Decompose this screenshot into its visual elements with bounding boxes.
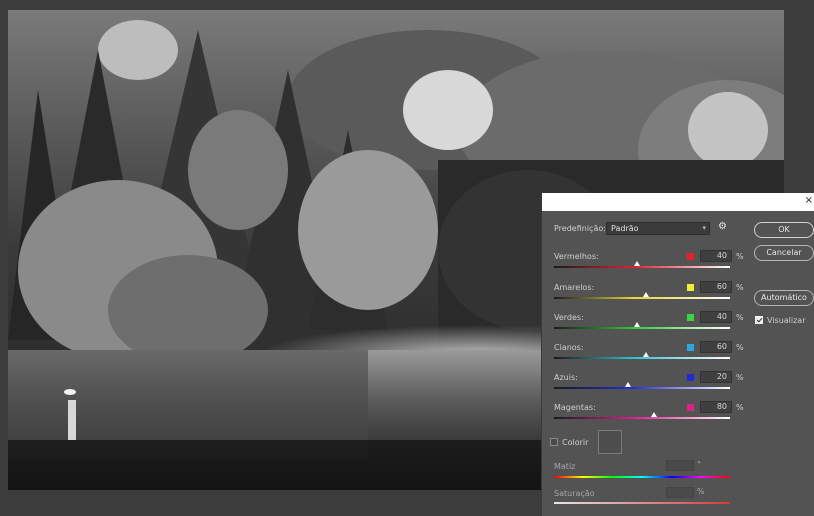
hue-slider[interactable] [554,476,730,478]
magentas-slider-thumb[interactable] [651,412,658,417]
cyans-label: Cianos: [554,343,584,352]
blues-value-input[interactable]: 20 [700,371,732,383]
yellows-slider-track[interactable] [554,297,730,299]
blues-slider-thumb[interactable] [624,382,631,387]
magentas-percent: % [736,403,744,412]
dialog-titlebar: × [542,193,814,211]
saturation-unit: % [697,487,705,496]
hue-unit: ° [697,460,701,469]
magentas-label: Magentas: [554,403,596,412]
reds-label: Vermelhos: [554,252,599,261]
greens-slider-track[interactable] [554,327,730,329]
tint-checkbox[interactable] [550,438,558,446]
greens-percent: % [736,313,744,322]
yellows-label: Amarelos: [554,283,595,292]
preset-value: Padrão [611,224,639,233]
reds-percent: % [736,252,744,261]
tint-color-swatch[interactable] [598,430,622,454]
yellows-slider-thumb[interactable] [642,292,649,297]
magentas-slider-track[interactable] [554,417,730,419]
ok-button[interactable]: OK [754,222,814,238]
greens-slider-thumb[interactable] [633,322,640,327]
chevron-down-icon: ▾ [702,224,706,232]
magentas-value-input[interactable]: 80 [700,401,732,413]
cyans-slider-track[interactable] [554,357,730,359]
preview-label: Visualizar [767,316,806,325]
reds-slider-thumb[interactable] [633,261,640,266]
reds-slider-track[interactable] [554,266,730,268]
close-icon[interactable]: × [805,196,813,206]
blues-label: Azuis: [554,373,578,382]
blues-slider-track[interactable] [554,387,730,389]
greens-label: Verdes: [554,313,584,322]
saturation-label: Saturação [554,489,595,498]
cyans-value-input[interactable]: 60 [700,341,732,353]
preset-label: Predefinição: [554,224,606,233]
hue-label: Matiz [554,462,576,471]
yellows-swatch [687,284,694,291]
saturation-slider[interactable] [554,502,730,504]
blues-percent: % [736,373,744,382]
saturation-input[interactable] [666,487,694,498]
cancel-button[interactable]: Cancelar [754,245,814,261]
yellows-percent: % [736,283,744,292]
cyans-percent: % [736,343,744,352]
auto-button[interactable]: Automático [754,290,814,306]
cyans-swatch [687,344,694,351]
yellows-value-input[interactable]: 60 [700,281,732,293]
black-and-white-dialog: × Predefinição: Padrão ▾ ⚙ OK Cancelar A… [541,193,814,516]
tint-label: Colorir [562,438,589,447]
reds-swatch [687,253,694,260]
greens-swatch [687,314,694,321]
greens-value-input[interactable]: 40 [700,311,732,323]
cyans-slider-thumb[interactable] [642,352,649,357]
hue-input[interactable] [666,460,694,471]
preview-checkbox[interactable] [755,316,763,324]
reds-value-input[interactable]: 40 [700,250,732,262]
blues-swatch [687,374,694,381]
gear-icon[interactable]: ⚙ [718,221,727,232]
magentas-swatch [687,404,694,411]
preset-dropdown[interactable]: Padrão ▾ [606,222,710,235]
